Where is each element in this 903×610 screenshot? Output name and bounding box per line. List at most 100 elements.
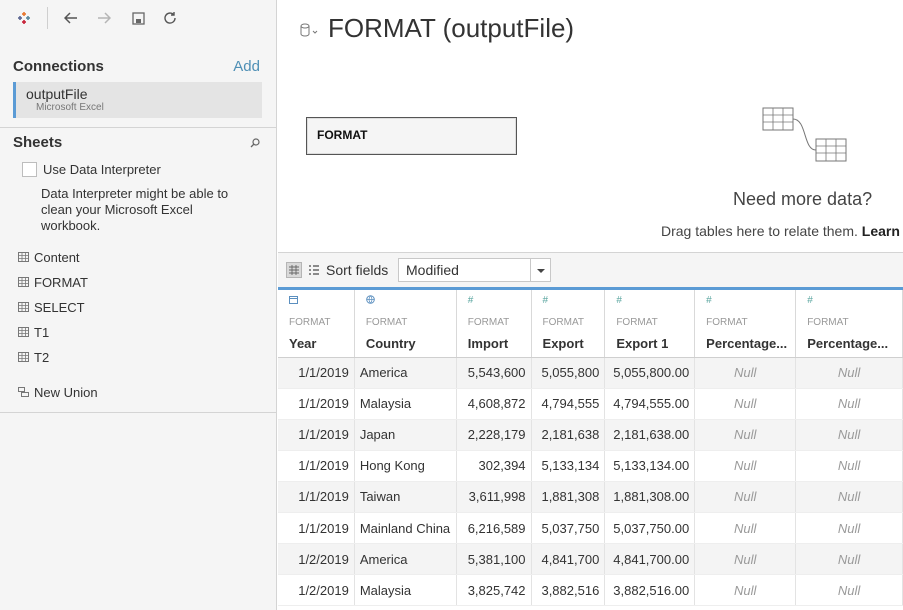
sheet-item-t1[interactable]: T1 [18,325,258,343]
table-row[interactable]: 1/2/2019 Malaysia 3,825,742 3,882,516 3,… [278,574,903,607]
sort-bar: Sort fields Modified [278,253,903,287]
sheet-label: T2 [34,350,50,365]
sort-fields-dropdown[interactable]: Modified [398,258,551,282]
cell-country: Japan [354,419,457,451]
cell-import: 3,825,742 [456,574,532,607]
cell-country: Malaysia [354,388,457,420]
logical-table-box[interactable]: FORMAT [306,117,517,155]
number-icon[interactable]: # [616,295,622,306]
table-row[interactable]: 1/2/2019 America 5,381,100 4,841,700 4,8… [278,543,903,576]
use-data-interpreter[interactable]: Use Data Interpreter [22,162,262,180]
sheet-item-content[interactable]: Content [18,250,258,268]
cell-export: 2,181,638 [531,419,606,451]
new-union-item[interactable]: New Union [18,385,258,403]
page-title[interactable]: FORMAT (outputFile) [328,13,574,44]
table-row[interactable]: 1/1/2019 Hong Kong 302,394 5,133,134 5,1… [278,450,903,482]
back-arrow-icon[interactable] [62,9,80,27]
cell-percentage: Null [694,450,797,482]
table-row[interactable]: 1/1/2019 Japan 2,228,179 2,181,638 2,181… [278,419,903,451]
union-icon [18,387,29,397]
grid-view-icon[interactable] [286,262,302,278]
column-name: Year [289,336,317,351]
cell-year: 1/1/2019 [278,481,355,513]
cell-country: Taiwan [354,481,457,513]
sheet-label: T1 [34,325,50,340]
forward-arrow-icon[interactable] [95,9,113,27]
cell-export: 5,055,800 [531,357,606,389]
refresh-icon[interactable] [161,9,179,27]
data-interpreter-checkbox[interactable] [22,162,37,177]
cell-percentage: Null [694,574,797,607]
database-icon[interactable] [300,23,318,37]
table-row[interactable]: 1/1/2019 Taiwan 3,611,998 1,881,308 1,88… [278,481,903,513]
cell-year: 1/1/2019 [278,357,355,389]
number-icon[interactable]: # [706,295,712,306]
cell-percentage: Null [694,481,797,513]
table-icon [18,252,29,262]
cell-country: Mainland China [354,512,457,545]
column-header[interactable]: # FORMAT Import [456,290,532,358]
data-source-sidebar: Connections Add outputFile Microsoft Exc… [0,0,277,610]
column-header[interactable]: # FORMAT Export 1 [604,290,696,358]
cell-country: Malaysia [354,574,457,607]
table-row[interactable]: 1/1/2019 Mainland China 6,216,589 5,037,… [278,512,903,545]
number-icon[interactable]: # [543,295,549,306]
column-source: FORMAT [616,317,658,328]
cell-year: 1/1/2019 [278,388,355,420]
add-connection-link[interactable]: Add [233,58,260,75]
connection-item[interactable]: outputFile Microsoft Excel [13,82,262,118]
logical-table-name: FORMAT [317,128,368,142]
column-header[interactable]: FORMAT Country [354,290,457,358]
data-grid: FORMAT Year FORMAT Country # FORMAT Impo… [278,290,903,610]
number-icon[interactable]: # [807,295,813,306]
column-header[interactable]: # FORMAT Percentage... [795,290,903,358]
connections-title: Connections [13,58,104,75]
sheet-item-t2[interactable]: T2 [18,350,258,368]
section-divider [0,127,277,128]
learn-more-link[interactable]: Learn [862,223,900,239]
related-tables-icon [762,107,847,162]
cell-year: 1/2/2019 [278,574,355,607]
cell-export-1: 1,881,308.00 [604,481,696,513]
sort-selected-value: Modified [406,262,459,278]
header-row: FORMAT Year FORMAT Country # FORMAT Impo… [278,290,903,358]
cell-percentage: Null [694,512,797,545]
column-header[interactable]: # FORMAT Percentage... [694,290,797,358]
globe-icon[interactable] [366,295,375,307]
cell-import: 2,228,179 [456,419,532,451]
cell-country: Hong Kong [354,450,457,482]
cell-export: 4,794,555 [531,388,606,420]
cell-export-1: 4,794,555.00 [604,388,696,420]
connection-type: Microsoft Excel [36,102,104,113]
column-header[interactable]: FORMAT Year [278,290,355,358]
cell-import: 302,394 [456,450,532,482]
cell-percentage: Null [795,450,903,482]
cell-year: 1/1/2019 [278,512,355,545]
tableau-logo-icon[interactable] [15,9,33,27]
cell-percentage: Null [694,543,797,576]
cell-export: 5,133,134 [531,450,606,482]
table-row[interactable]: 1/1/2019 America 5,543,600 5,055,800 5,0… [278,357,903,389]
new-union-label: New Union [34,385,98,400]
column-header[interactable]: # FORMAT Export [531,290,606,358]
sheet-item-select[interactable]: SELECT [18,300,258,318]
cell-year: 1/1/2019 [278,450,355,482]
search-icon[interactable] [249,136,261,148]
calendar-icon[interactable] [289,295,298,307]
sheets-title: Sheets [13,134,63,151]
cell-year: 1/1/2019 [278,419,355,451]
list-view-icon[interactable] [308,264,320,276]
cell-export: 1,881,308 [531,481,606,513]
table-icon [18,302,29,312]
column-name: Country [365,336,416,351]
column-source: FORMAT [467,317,510,328]
column-name: Import [467,336,509,351]
table-row[interactable]: 1/1/2019 Malaysia 4,608,872 4,794,555 4,… [278,388,903,420]
cell-import: 3,611,998 [456,481,532,513]
save-icon[interactable] [129,9,147,27]
column-name: Export [542,336,584,351]
number-icon[interactable]: # [468,295,474,306]
cell-percentage: Null [795,388,903,420]
sheet-item-format[interactable]: FORMAT [18,275,258,293]
cell-percentage: Null [795,357,903,389]
